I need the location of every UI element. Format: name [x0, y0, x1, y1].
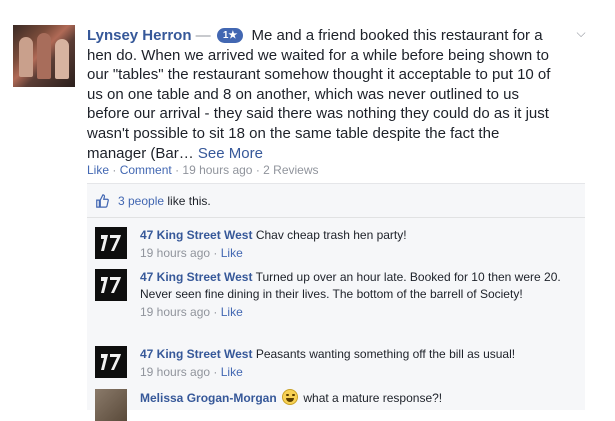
comment-text: Chav cheap trash hen party!: [255, 228, 407, 242]
comment-timestamp[interactable]: 19 hours ago: [140, 305, 210, 319]
business-avatar[interactable]: [95, 346, 127, 378]
comment-like-link[interactable]: Like: [221, 246, 243, 260]
comment-author[interactable]: 47 King Street West: [140, 228, 252, 242]
comment-body: 47 King Street West Peasants wanting som…: [140, 346, 575, 381]
post-actions: Like · Comment · 19 hours ago · 2 Review…: [87, 163, 319, 177]
grinning-emoji-icon: [282, 389, 299, 405]
comment-like-link[interactable]: Like: [221, 305, 243, 319]
comment-author[interactable]: 47 King Street West: [140, 347, 252, 361]
action-separator: ·: [112, 163, 117, 177]
business-avatar[interactable]: [95, 227, 127, 259]
comment-body: 47 King Street West Chav cheap trash hen…: [140, 227, 575, 262]
comment-like-link[interactable]: Like: [221, 365, 243, 379]
likes-text: 3 people like this.: [118, 194, 211, 208]
comment-timestamp[interactable]: 19 hours ago: [140, 246, 210, 260]
post-timestamp[interactable]: 19 hours ago: [182, 163, 252, 177]
commenter-avatar[interactable]: [95, 389, 127, 421]
comment-timestamp[interactable]: 19 hours ago: [140, 365, 210, 379]
likes-summary: 3 people like this.: [87, 184, 585, 218]
review-text-block: Lynsey Herron — 1★ Me and a friend booke…: [87, 26, 557, 163]
separator-dash: —: [195, 27, 211, 44]
comment-link[interactable]: Comment: [120, 163, 172, 177]
comments-section: 3 people like this. 47 King Street West …: [87, 183, 585, 421]
comment-body: Melissa Grogan-Morgan what a mature resp…: [140, 389, 575, 407]
rating-badge: 1★: [216, 28, 244, 43]
action-separator: ·: [175, 163, 180, 177]
meta-separator: ·: [213, 305, 218, 319]
chevron-down-icon[interactable]: ⌵: [573, 26, 589, 42]
like-link[interactable]: Like: [87, 163, 109, 177]
brand-logo-icon: [95, 346, 127, 378]
thumbs-up-icon: [96, 194, 109, 208]
comment-author[interactable]: 47 King Street West: [140, 270, 252, 284]
action-separator: ·: [255, 163, 260, 177]
comment-text: what a mature response?!: [303, 391, 443, 405]
brand-logo-icon: [95, 269, 127, 301]
comment-body: 47 King Street West Turned up over an ho…: [140, 269, 575, 321]
reviewer-avatar[interactable]: [13, 25, 75, 87]
meta-separator: ·: [213, 246, 218, 260]
reviews-count[interactable]: 2 Reviews: [263, 163, 318, 177]
likes-count-link[interactable]: 3 people: [118, 194, 164, 208]
review-body: Me and a friend booked this restaurant f…: [87, 27, 551, 162]
brand-logo-icon: [95, 227, 127, 259]
review-post: ⌵ Lynsey Herron — 1★ Me and a friend boo…: [0, 0, 615, 421]
comment-author[interactable]: Melissa Grogan-Morgan: [140, 391, 277, 405]
see-more-link[interactable]: See More: [198, 145, 263, 162]
likes-suffix: like this.: [167, 194, 211, 208]
reviewer-name[interactable]: Lynsey Herron: [87, 27, 191, 44]
meta-separator: ·: [213, 365, 218, 379]
business-avatar[interactable]: [95, 269, 127, 301]
comment-text: Peasants wanting something off the bill …: [255, 347, 516, 361]
